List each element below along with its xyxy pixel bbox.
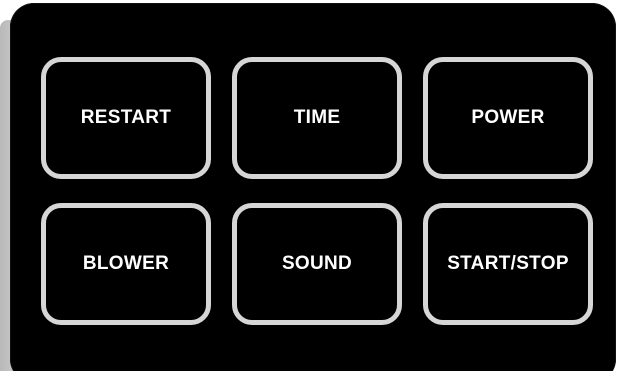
- sound-button-label: SOUND: [281, 253, 353, 274]
- blower-button-label: BLOWER: [82, 253, 170, 274]
- time-button[interactable]: TIME: [232, 57, 402, 179]
- blower-button[interactable]: BLOWER: [41, 203, 211, 325]
- start-stop-button[interactable]: START/STOP: [423, 203, 593, 325]
- control-panel-stage: RESTART TIME POWER BLOWER SOUND START/ST…: [0, 0, 619, 371]
- power-button[interactable]: POWER: [423, 57, 593, 179]
- power-button-label: POWER: [471, 107, 545, 128]
- restart-button[interactable]: RESTART: [41, 57, 211, 179]
- restart-button-label: RESTART: [80, 107, 172, 128]
- sound-button[interactable]: SOUND: [232, 203, 402, 325]
- time-button-label: TIME: [293, 107, 341, 128]
- start-stop-button-label: START/STOP: [447, 253, 569, 274]
- button-grid: RESTART TIME POWER BLOWER SOUND START/ST…: [41, 57, 593, 325]
